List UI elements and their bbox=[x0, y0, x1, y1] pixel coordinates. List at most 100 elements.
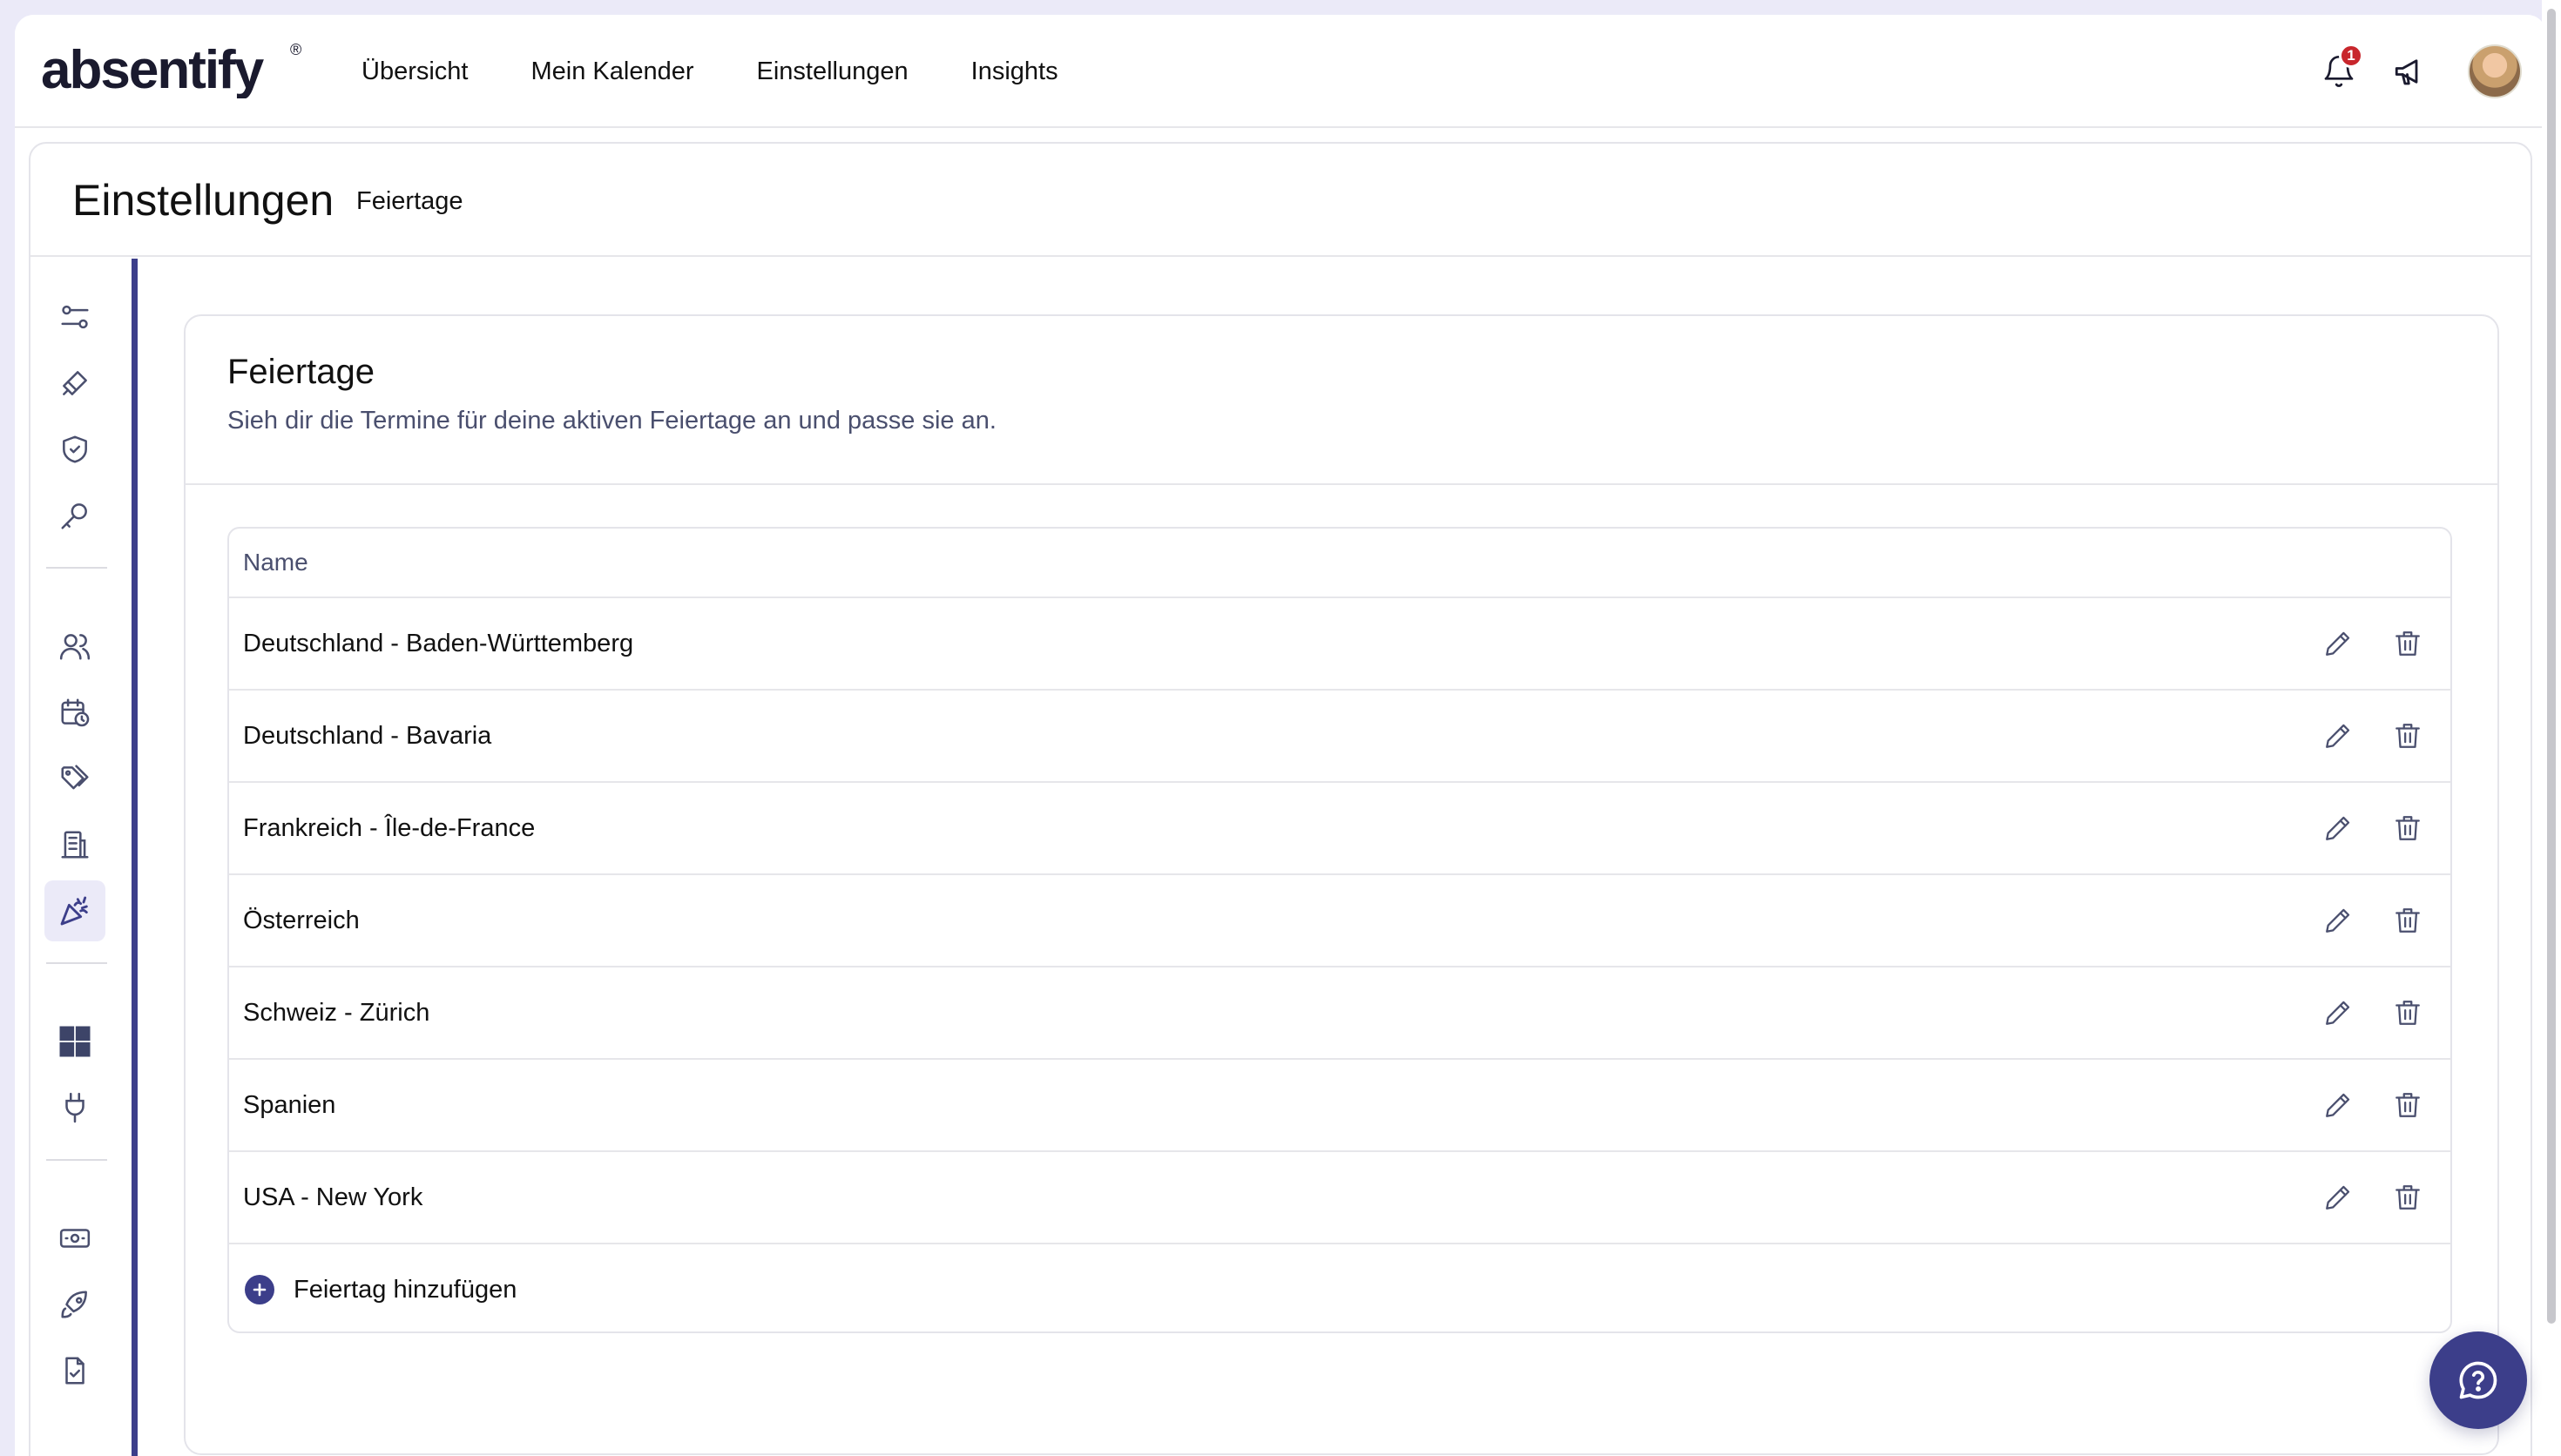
row-actions bbox=[2290, 1060, 2429, 1150]
user-avatar[interactable] bbox=[2468, 44, 2522, 98]
megaphone-icon bbox=[2395, 59, 2418, 85]
announcements-button[interactable] bbox=[2384, 45, 2436, 98]
tags-icon bbox=[61, 765, 89, 790]
holidays-table: Name Deutschland - Baden-Württemberg Deu… bbox=[227, 527, 2452, 1333]
delete-button[interactable] bbox=[2386, 991, 2429, 1035]
card-subtitle: Sieh dir die Termine für deine aktiven F… bbox=[227, 407, 997, 435]
row-actions bbox=[2290, 967, 2429, 1058]
card-header: Feiertage Sieh dir die Termine für deine… bbox=[186, 316, 2497, 485]
table-row: Deutschland - Baden-Württemberg bbox=[229, 598, 2450, 691]
edit-button[interactable] bbox=[2316, 899, 2360, 942]
rocket-icon bbox=[61, 1291, 87, 1318]
add-holiday-label: Feiertag hinzufügen bbox=[294, 1275, 517, 1304]
sidebar-item-billing[interactable] bbox=[44, 1208, 105, 1269]
sidebar-separator bbox=[46, 962, 107, 964]
plug-icon bbox=[65, 1092, 84, 1123]
party-icon bbox=[60, 896, 88, 926]
key-icon bbox=[61, 503, 87, 529]
notifications-button[interactable]: 1 bbox=[2313, 44, 2365, 98]
sidebar-item-branding[interactable] bbox=[44, 353, 105, 414]
holiday-name: Spanien bbox=[243, 1090, 336, 1119]
holiday-name: Österreich bbox=[243, 906, 360, 934]
card-title: Feiertage bbox=[227, 353, 375, 391]
edit-button[interactable] bbox=[2316, 806, 2360, 850]
table-row: Schweiz - Zürich bbox=[229, 967, 2450, 1060]
sidebar-item-users[interactable] bbox=[44, 616, 105, 677]
delete-button[interactable] bbox=[2386, 714, 2429, 758]
app-window: absentify ® Übersicht Mein Kalender Eins… bbox=[15, 15, 2546, 1456]
nav-my-calendar[interactable]: Mein Kalender bbox=[531, 57, 694, 86]
delete-button[interactable] bbox=[2386, 622, 2429, 665]
shield-icon bbox=[63, 435, 87, 463]
sidebar-item-holidays[interactable] bbox=[44, 880, 105, 941]
edit-button[interactable] bbox=[2316, 622, 2360, 665]
scrollbar-thumb[interactable] bbox=[2547, 9, 2556, 1324]
users-icon bbox=[59, 634, 91, 660]
nav-insights[interactable]: Insights bbox=[971, 57, 1058, 86]
row-actions bbox=[2290, 598, 2429, 689]
plus-circle-icon bbox=[245, 1275, 274, 1304]
breadcrumb: Feiertage bbox=[356, 187, 463, 215]
money-icon bbox=[59, 1229, 91, 1248]
trash-icon bbox=[2395, 1001, 2420, 1025]
table-header: Name bbox=[229, 529, 2450, 598]
sidebar-separator bbox=[46, 1159, 107, 1161]
sidebar-item-absence-types[interactable] bbox=[44, 682, 105, 743]
pencil-icon bbox=[2326, 816, 2350, 840]
holiday-name: Schweiz - Zürich bbox=[243, 998, 430, 1027]
sidebar-item-integrations[interactable] bbox=[44, 1077, 105, 1138]
sidebar-item-upgrade[interactable] bbox=[44, 1274, 105, 1335]
nav-overview[interactable]: Übersicht bbox=[362, 57, 469, 86]
delete-button[interactable] bbox=[2386, 899, 2429, 942]
holidays-card: Feiertage Sieh dir die Termine für deine… bbox=[184, 314, 2499, 1455]
sidebar-item-security[interactable] bbox=[44, 419, 105, 480]
help-chat-icon bbox=[2459, 1361, 2497, 1399]
sliders-icon bbox=[61, 305, 89, 329]
delete-button[interactable] bbox=[2386, 806, 2429, 850]
trash-icon bbox=[2395, 724, 2420, 748]
nav-settings[interactable]: Einstellungen bbox=[757, 57, 909, 86]
holiday-name: USA - New York bbox=[243, 1183, 423, 1211]
sidebar-item-documents[interactable] bbox=[44, 1340, 105, 1401]
sidebar-item-departments[interactable] bbox=[44, 814, 105, 875]
main-nav: Übersicht Mein Kalender Einstellungen In… bbox=[362, 15, 1121, 128]
delete-button[interactable] bbox=[2386, 1176, 2429, 1219]
page-scrollbar[interactable] bbox=[2542, 0, 2561, 1456]
add-holiday-button[interactable]: Feiertag hinzufügen bbox=[229, 1244, 2450, 1331]
pencil-icon bbox=[2326, 908, 2350, 933]
help-chat-button[interactable] bbox=[2429, 1331, 2527, 1429]
sidebar-item-general[interactable] bbox=[44, 286, 105, 347]
sidebar-item-microsoft[interactable] bbox=[44, 1011, 105, 1072]
pencil-icon bbox=[2326, 1001, 2350, 1025]
pencil-icon bbox=[2326, 631, 2350, 656]
row-actions bbox=[2290, 691, 2429, 781]
sidebar-item-tags[interactable] bbox=[44, 748, 105, 809]
edit-button[interactable] bbox=[2316, 991, 2360, 1035]
page-title: Einstellungen bbox=[72, 176, 334, 225]
trash-icon bbox=[2395, 1185, 2420, 1210]
notification-badge: 1 bbox=[2339, 44, 2363, 68]
table-row: Frankreich - Île-de-France bbox=[229, 783, 2450, 875]
top-actions: 1 bbox=[2294, 15, 2522, 128]
holiday-name: Frankreich - Île-de-France bbox=[243, 813, 536, 842]
panel-header: Einstellungen Feiertage bbox=[30, 144, 2531, 257]
edit-button[interactable] bbox=[2316, 1176, 2360, 1219]
edit-button[interactable] bbox=[2316, 714, 2360, 758]
edit-button[interactable] bbox=[2316, 1083, 2360, 1127]
trash-icon bbox=[2395, 631, 2420, 656]
pencil-icon bbox=[2326, 1185, 2350, 1210]
row-actions bbox=[2290, 875, 2429, 966]
settings-sidebar bbox=[30, 259, 138, 1456]
row-actions bbox=[2290, 1152, 2429, 1243]
top-navigation-bar: absentify ® Übersicht Mein Kalender Eins… bbox=[15, 15, 2546, 128]
file-check-icon bbox=[65, 1357, 84, 1385]
sidebar-item-api-keys[interactable] bbox=[44, 485, 105, 546]
brush-icon bbox=[63, 371, 87, 395]
delete-button[interactable] bbox=[2386, 1083, 2429, 1127]
sidebar-divider-line bbox=[132, 259, 138, 1456]
settings-panel: Einstellungen Feiertage Feiertage Sieh d… bbox=[29, 142, 2532, 1456]
row-actions bbox=[2290, 783, 2429, 873]
holiday-name: Deutschland - Bavaria bbox=[243, 721, 492, 750]
absentify-logo[interactable]: absentify ® bbox=[41, 37, 320, 98]
trash-icon bbox=[2395, 908, 2420, 933]
